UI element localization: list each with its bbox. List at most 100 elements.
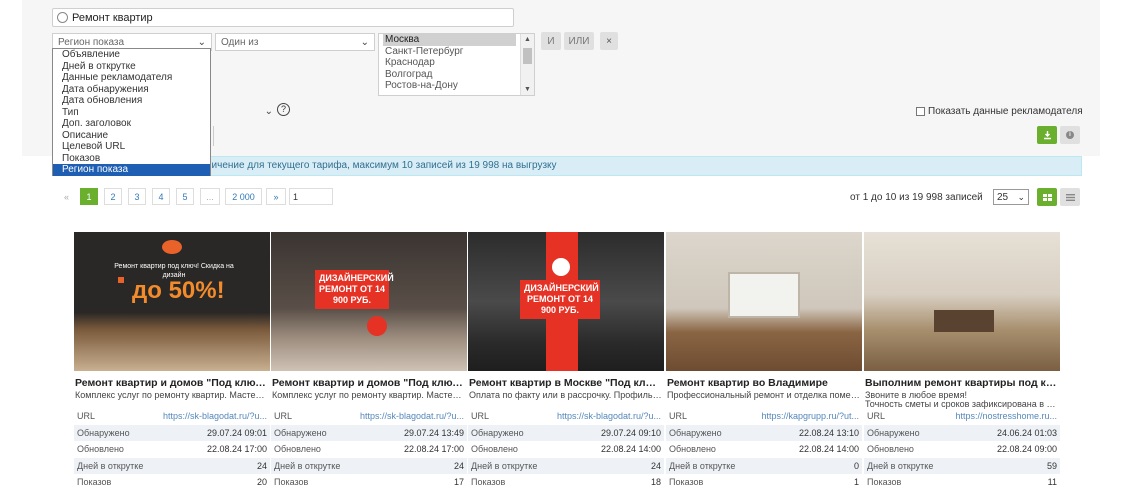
ad-card[interactable]: ДИЗАЙНЕРСКИЙ РЕМОНТ ОТ 14 900 РУБ. Ремон… (271, 232, 467, 498)
row-label: Обновлено (669, 444, 716, 455)
ad-url-link[interactable]: https://kapgrupp.ru/?ut... (761, 411, 859, 421)
row-shows: Показов 17 (271, 474, 467, 491)
ad-url-link[interactable]: https://sk-blagodat.ru/?u... (557, 411, 661, 421)
search-field[interactable] (52, 8, 514, 27)
page-button[interactable]: 3 (128, 188, 146, 205)
dropdown-option[interactable]: Показов (53, 153, 210, 165)
ad-url-link[interactable]: https://sk-blagodat.ru/?u... (360, 411, 464, 421)
row-value: 22.08.24 14:00 (798, 444, 859, 455)
dropdown-option[interactable]: Целевой URL (53, 141, 210, 153)
dropdown-option[interactable]: Дней в открутке (53, 61, 210, 73)
row-label: Обнаружено (669, 427, 722, 438)
page-button-last[interactable]: 2 000 (225, 188, 262, 205)
dropdown-option-selected[interactable]: Регион показа (53, 164, 210, 176)
table-shape (934, 310, 994, 332)
checkbox[interactable] (916, 107, 925, 116)
ad-image: ДИЗАЙНЕРСКИЙ РЕМОНТ ОТ 14 900 РУБ. (468, 232, 664, 371)
show-advertiser-toggle[interactable]: Показать данные рекламодателя (916, 106, 1083, 117)
row-value: 17 (453, 477, 464, 488)
region-option[interactable]: Волгоград (379, 69, 534, 81)
page-button-active[interactable]: 1 (80, 188, 98, 205)
dropdown-option[interactable]: Объявление (53, 49, 210, 61)
row-label: Дней в открутке (867, 460, 934, 471)
brand-logo-icon (552, 258, 570, 276)
ad-card[interactable]: Ремонт квартир под ключ! Скидка на дизай… (74, 232, 270, 498)
row-updated: Обновлено 22.08.24 14:00 (468, 441, 664, 458)
search-input[interactable] (72, 11, 492, 24)
accent-shape (118, 277, 124, 283)
grid-view-button[interactable] (1037, 188, 1057, 206)
row-shows: Показов 1 (666, 474, 862, 491)
page-button[interactable]: 4 (152, 188, 170, 205)
row-found: Обнаружено 24.06.24 01:03 (864, 424, 1060, 441)
region-option[interactable]: Ростов-на-Дону (379, 80, 534, 92)
pagination-prev[interactable]: « (58, 188, 75, 205)
list-view-button[interactable] (1060, 188, 1080, 206)
row-value: 22.08.24 17:00 (206, 444, 267, 455)
row-url: URL https://kapgrupp.ru/?ut... (666, 408, 862, 425)
ad-card[interactable]: Выполним ремонт квартиры под кл... Звони… (864, 232, 1060, 498)
row-label: URL (867, 411, 886, 422)
ad-url-link[interactable]: https://sk-blagodat.ru/?u... (163, 411, 267, 421)
dropdown-option[interactable]: Дата обновления (53, 95, 210, 107)
chevron-down-icon: ⌄ (264, 105, 273, 117)
ad-title: Ремонт квартир в Москве "Под ключ... (469, 377, 663, 389)
goto-page-input[interactable]: 1 (289, 188, 333, 205)
row-value: 18 (650, 477, 661, 488)
row-label: Обновлено (471, 444, 518, 455)
and-button[interactable]: И (541, 32, 561, 50)
ad-title: Ремонт квартир и домов "Под ключ"... (75, 377, 269, 389)
scroll-thumb[interactable] (523, 48, 532, 64)
row-label: Дней в открутке (274, 460, 341, 471)
pagination-next[interactable]: » (266, 188, 286, 205)
remove-filter-button[interactable]: × (600, 32, 618, 50)
dropdown-option[interactable]: Данные рекламодателя (53, 72, 210, 84)
row-label: Дней в открутке (77, 460, 144, 471)
records-summary: от 1 до 10 из 19 998 записей (850, 192, 983, 203)
page-size-select[interactable]: 25 ⌄ (993, 189, 1029, 205)
row-label: Обнаружено (867, 427, 920, 438)
scroll-down-icon[interactable]: ▼ (524, 86, 531, 93)
page-button[interactable]: 5 (176, 188, 194, 205)
or-button[interactable]: ИЛИ (564, 32, 594, 50)
row-updated: Обновлено 22.08.24 17:00 (74, 441, 270, 458)
row-value: 29.07.24 09:01 (206, 427, 267, 438)
help-icon[interactable]: ? (277, 103, 290, 116)
ad-description: Оплата по факту или в рассрочку. Профиль… (469, 390, 663, 400)
row-label: Дней в открутке (669, 460, 736, 471)
scroll-up-icon[interactable]: ▲ (524, 36, 531, 43)
dropdown-option[interactable]: Доп. заголовок (53, 118, 210, 130)
operator-select[interactable]: Один из ⌄ (215, 33, 375, 51)
region-multiselect[interactable]: Москва Санкт-Петербург Краснодар Волгогр… (378, 33, 535, 96)
download-button[interactable] (1037, 126, 1057, 144)
ad-card[interactable]: Ремонт квартир во Владимире Профессионал… (666, 232, 862, 498)
ad-title: Ремонт квартир и домов "Под ключ"... (272, 377, 466, 389)
ad-url-link[interactable]: https://nostresshome.ru... (955, 411, 1057, 421)
dropdown-option[interactable]: Дата обнаружения (53, 84, 210, 96)
row-days: Дней в открутке 24 (468, 457, 664, 474)
dropdown-option[interactable]: Описание (53, 130, 210, 142)
promo-badge: ДИЗАЙНЕРСКИЙ РЕМОНТ ОТ 14 900 РУБ. (315, 270, 394, 309)
row-label: Обновлено (867, 444, 914, 455)
row-label: Показов (867, 477, 902, 488)
ad-card[interactable]: ДИЗАЙНЕРСКИЙ РЕМОНТ ОТ 14 900 РУБ. Ремон… (468, 232, 664, 498)
info-button[interactable]: i (1060, 126, 1080, 144)
row-value: 24 (453, 460, 464, 471)
dropdown-option[interactable]: Тип (53, 107, 210, 119)
region-option[interactable]: Москва (383, 34, 516, 46)
scrollbar[interactable]: ▲ ▼ (520, 34, 534, 95)
field-dropdown-list: Объявление Дней в открутке Данные реклам… (52, 48, 211, 176)
show-advertiser-label: Показать данные рекламодателя (928, 106, 1083, 117)
row-value: 11 (1047, 477, 1057, 488)
info-icon: i (1066, 131, 1074, 139)
promo-badge: ДИЗАЙНЕРСКИЙ РЕМОНТ ОТ 14 900 РУБ. (520, 280, 600, 319)
row-label: Обновлено (77, 444, 124, 455)
chevron-down-icon: ⌄ (360, 36, 369, 48)
region-option[interactable]: Санкт-Петербург (379, 46, 534, 58)
region-option[interactable]: Краснодар (379, 57, 534, 69)
row-value: 22.08.24 13:10 (798, 427, 859, 438)
row-updated: Обновлено 22.08.24 14:00 (666, 441, 862, 458)
page-button[interactable]: 2 (104, 188, 122, 205)
type-select[interactable]: ⌄ (211, 102, 273, 120)
row-value: 24.06.24 01:03 (996, 427, 1057, 438)
